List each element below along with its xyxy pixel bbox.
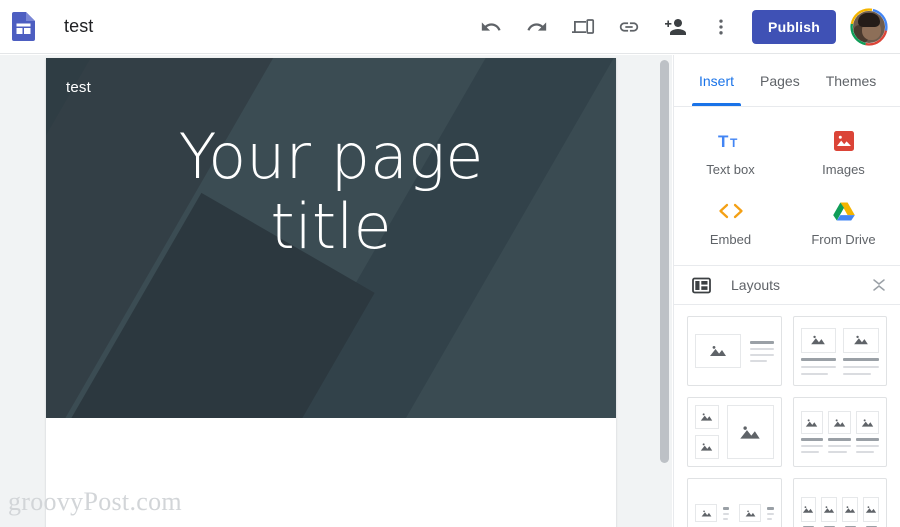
insert-from-drive-label: From Drive <box>811 232 876 247</box>
image-placeholder <box>800 411 824 434</box>
tab-pages[interactable]: Pages <box>747 55 813 106</box>
layout-two-small-one-large-image[interactable] <box>687 397 782 467</box>
insert-embed-button[interactable]: Embed <box>674 189 787 259</box>
tab-themes[interactable]: Themes <box>813 55 890 106</box>
insert-text-box-button[interactable]: T T Text box <box>674 119 787 189</box>
insert-items-grid: T T Text box Images Embed From Drive <box>674 107 900 265</box>
page-banner[interactable]: test Your page title <box>46 58 616 418</box>
account-avatar[interactable] <box>850 7 888 46</box>
image-placeholder <box>695 504 717 522</box>
insert-images-label: Images <box>822 162 865 177</box>
preview-devices-icon <box>572 18 595 34</box>
svg-text:T: T <box>730 136 738 150</box>
layouts-grid <box>674 305 900 527</box>
image-placeholder <box>821 497 838 522</box>
layouts-grid-icon <box>692 277 711 293</box>
layouts-section-title: Layouts <box>731 277 781 293</box>
link-icon <box>619 21 639 32</box>
insert-text-box-label: Text box <box>706 162 755 177</box>
document-title[interactable]: test <box>64 16 93 37</box>
image-placeholder <box>856 411 879 434</box>
image-placeholder <box>843 327 879 353</box>
insert-from-drive-button[interactable]: From Drive <box>787 189 900 259</box>
collapse-chevrons-icon[interactable] <box>872 277 886 293</box>
sites-logo-button[interactable] <box>0 12 46 41</box>
images-icon <box>833 129 855 153</box>
watermark: groovyPost.com <box>8 487 182 516</box>
text-box-icon: T T <box>718 129 744 153</box>
layout-four-images-row[interactable] <box>792 478 887 527</box>
image-placeholder <box>695 405 719 429</box>
google-sites-logo-icon <box>11 12 35 41</box>
layouts-section-header[interactable]: Layouts <box>674 265 900 305</box>
more-options-button[interactable] <box>698 4 744 50</box>
image-placeholder <box>800 327 837 353</box>
image-placeholder <box>726 405 774 459</box>
layout-three-image-text-columns[interactable] <box>792 397 887 467</box>
redo-button[interactable] <box>514 4 560 50</box>
scrollbar-thumb[interactable] <box>660 60 669 463</box>
image-placeholder <box>800 497 817 522</box>
site-name[interactable]: test <box>66 79 91 96</box>
layout-two-inline-image-text[interactable] <box>687 478 782 527</box>
share-button[interactable] <box>652 4 698 50</box>
svg-text:T: T <box>718 132 729 151</box>
insert-images-button[interactable]: Images <box>787 119 900 189</box>
image-placeholder <box>695 334 741 368</box>
layout-two-image-two-text[interactable] <box>792 316 887 386</box>
image-placeholder <box>842 497 859 522</box>
header-toolbar <box>468 4 744 50</box>
page-title[interactable]: Your page title <box>46 121 616 262</box>
page-sheet[interactable]: test Your page title <box>46 58 616 527</box>
panel-tabs: Insert Pages Themes <box>674 55 900 107</box>
image-placeholder <box>739 504 762 522</box>
image-placeholder <box>828 411 852 434</box>
preview-button[interactable] <box>560 4 606 50</box>
canvas-scrollbar[interactable] <box>660 59 669 524</box>
tab-insert[interactable]: Insert <box>686 55 747 106</box>
insert-embed-label: Embed <box>709 232 752 247</box>
embed-code-icon <box>718 199 744 223</box>
undo-button[interactable] <box>468 4 514 50</box>
layout-image-left-text-right[interactable] <box>687 316 782 386</box>
app-header: test Publish <box>0 0 900 54</box>
add-person-icon <box>665 18 687 35</box>
image-placeholder <box>695 435 719 459</box>
publish-button[interactable]: Publish <box>752 9 836 44</box>
site-canvas[interactable]: test Your page title <box>0 55 672 527</box>
copy-link-button[interactable] <box>606 4 652 50</box>
avatar-photo <box>853 10 885 43</box>
more-vert-icon <box>719 19 723 34</box>
insert-side-panel: Insert Pages Themes T T Text box Images … <box>673 55 900 527</box>
google-drive-icon <box>832 199 856 223</box>
redo-icon <box>527 21 547 31</box>
image-placeholder <box>863 497 879 522</box>
undo-icon <box>481 21 501 31</box>
google-sites-editor: test Publish test Your page title groovy… <box>0 0 900 527</box>
